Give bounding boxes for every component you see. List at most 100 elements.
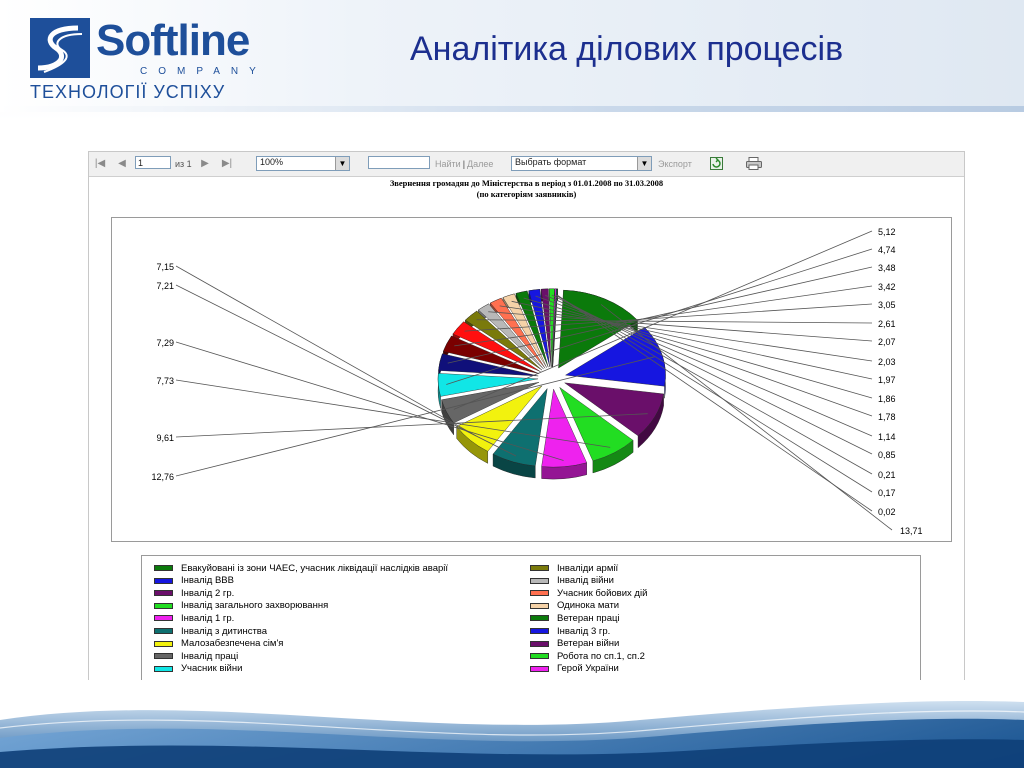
legend-label: Інвалід війни: [557, 575, 614, 587]
pie-data-label: 0,17: [878, 488, 896, 498]
legend-swatch: [530, 590, 549, 597]
format-select-value: Выбрать формат: [515, 157, 587, 167]
last-page-button[interactable]: ▶|: [220, 156, 234, 171]
legend-item: Одинока мати: [530, 600, 619, 612]
legend-swatch: [154, 628, 173, 634]
legend-swatch: [530, 577, 549, 584]
search-input[interactable]: [368, 156, 430, 169]
next-page-button[interactable]: ▶: [198, 156, 212, 171]
chevron-down-icon: ▼: [637, 157, 651, 170]
pie-data-label: 4,74: [878, 245, 896, 255]
logo-tagline: ТЕХНОЛОГІЇ УСПІХУ: [30, 82, 226, 102]
legend-item: Ветеран війни: [530, 638, 619, 650]
legend-swatch: [154, 590, 173, 597]
pie-leader-line: [499, 305, 873, 362]
next-link[interactable]: Далее: [467, 159, 493, 169]
legend-label: Інвалід праці: [181, 650, 239, 662]
next-page-icon: ▶: [201, 158, 209, 169]
legend-label: Учасник війни: [181, 663, 243, 675]
legend-label: Ветеран праці: [557, 612, 620, 624]
legend-item: Робота по сп.1, сп.2: [530, 650, 645, 662]
legend-label: Робота по сп.1, сп.2: [557, 650, 645, 662]
legend-label: Інваліди армії: [557, 562, 619, 574]
pie-data-label: 3,48: [878, 263, 896, 273]
print-button[interactable]: [746, 156, 762, 171]
chevron-down-icon: ▼: [335, 157, 349, 170]
pie-data-label: 0,21: [878, 470, 896, 480]
legend-label: Інвалід ВВВ: [181, 575, 234, 587]
legend-item: Інвалід загального захворювання: [154, 600, 328, 612]
legend-swatch: [154, 615, 173, 622]
footer-wave-graphic: [0, 680, 1024, 768]
legend-label: Одинока мати: [557, 600, 620, 612]
logo-company: COMPANY: [140, 66, 267, 77]
prev-page-button[interactable]: ◀: [115, 156, 129, 171]
printer-icon: [746, 157, 762, 170]
pie-data-label: 1,14: [878, 432, 896, 442]
report-toolbar: |◀ ◀ из 1 ▶ ▶| 100% ▼ Найти | Далее Выбр…: [89, 152, 964, 177]
legend-swatch: [154, 653, 173, 660]
legend-swatch: [154, 577, 173, 584]
export-link[interactable]: Экспорт: [658, 159, 692, 169]
legend-swatch: [154, 640, 173, 647]
legend-swatch: [530, 628, 549, 634]
find-link[interactable]: Найти: [435, 159, 461, 169]
legend-item: Інвалід 3 гр.: [530, 625, 610, 637]
pie-data-label: 12,76: [151, 472, 174, 482]
find-separator: |: [462, 158, 466, 169]
pie-data-label: 7,21: [156, 281, 174, 291]
zoom-value: 100%: [260, 157, 284, 167]
pie-leader-line: [175, 379, 611, 448]
legend-label: Інвалід 1 гр.: [181, 612, 235, 624]
refresh-icon: [710, 157, 723, 170]
softline-logo-mark: [30, 18, 90, 78]
pie-data-label: 2,03: [878, 357, 896, 367]
zoom-select[interactable]: 100% ▼: [256, 156, 350, 171]
pie-data-label: 1,86: [878, 394, 896, 404]
legend-item: Інвалід війни: [530, 575, 614, 587]
legend-swatch: [530, 615, 549, 622]
legend-item: Інвалід 2 гр.: [154, 587, 234, 599]
pie-data-label: 1,97: [878, 375, 896, 385]
pie-data-label: 1,78: [878, 412, 896, 422]
legend-swatch: [530, 602, 549, 609]
legend-item: Ветеран праці: [530, 612, 620, 624]
pie-data-label: 2,07: [878, 337, 896, 347]
pie-data-label: 3,05: [878, 300, 896, 310]
legend-item: Учасник війни: [154, 663, 242, 675]
first-page-button[interactable]: |◀: [93, 156, 107, 171]
report-title: Звернення громадян до Міністерства в пер…: [389, 178, 664, 188]
legend-swatch: [154, 602, 173, 609]
slide-title: Аналітика ділових процесів: [410, 30, 844, 68]
pie-top-layer: [437, 288, 666, 468]
legend-item: Герой України: [530, 663, 619, 675]
report-subtitle: (по категоріям заявників): [476, 189, 577, 199]
pie-data-label: 7,15: [156, 262, 174, 272]
pie-data-label: 9,61: [156, 433, 174, 443]
page-number-input[interactable]: [135, 156, 171, 169]
pie-data-label: 7,29: [156, 338, 174, 348]
format-select[interactable]: Выбрать формат ▼: [511, 156, 652, 171]
pie-data-label: 7,73: [156, 376, 174, 386]
page-count: из 1: [175, 158, 192, 169]
legend-swatch: [530, 665, 549, 672]
legend-swatch: [154, 565, 173, 571]
legend-swatch: [530, 565, 549, 571]
legend-label: Інвалід 2 гр.: [181, 587, 235, 599]
pie-data-label: 0,02: [878, 507, 896, 517]
logo-wordmark: Softline: [96, 16, 250, 65]
softline-logo: Softline COMPANY ТЕХНОЛОГІЇ УСПІХУ: [30, 16, 267, 108]
pie-data-label: 13,71: [900, 526, 923, 536]
pie-leader-line: [175, 265, 477, 437]
chart-legend: Евакуйовані із зони ЧАЕС, учасник ліквід…: [141, 555, 921, 681]
legend-label: Інвалід 3 гр.: [557, 625, 611, 637]
legend-label: Ветеран війни: [557, 638, 620, 650]
legend-item: Інвалід з дитинства: [154, 625, 267, 637]
prev-page-icon: ◀: [118, 158, 126, 169]
legend-label: Інвалід загального захворювання: [181, 600, 329, 612]
refresh-button[interactable]: [710, 156, 723, 171]
pie-label-layer: 13,71 12,76 9,61 7,73 7,29 7,21 7,15 5,12 4,74 3,…: [151, 227, 922, 536]
legend-item: Малозабезпечена сім'я: [154, 638, 283, 650]
pie-data-label: 2,61: [878, 319, 896, 329]
footer-wave: [0, 680, 1024, 768]
